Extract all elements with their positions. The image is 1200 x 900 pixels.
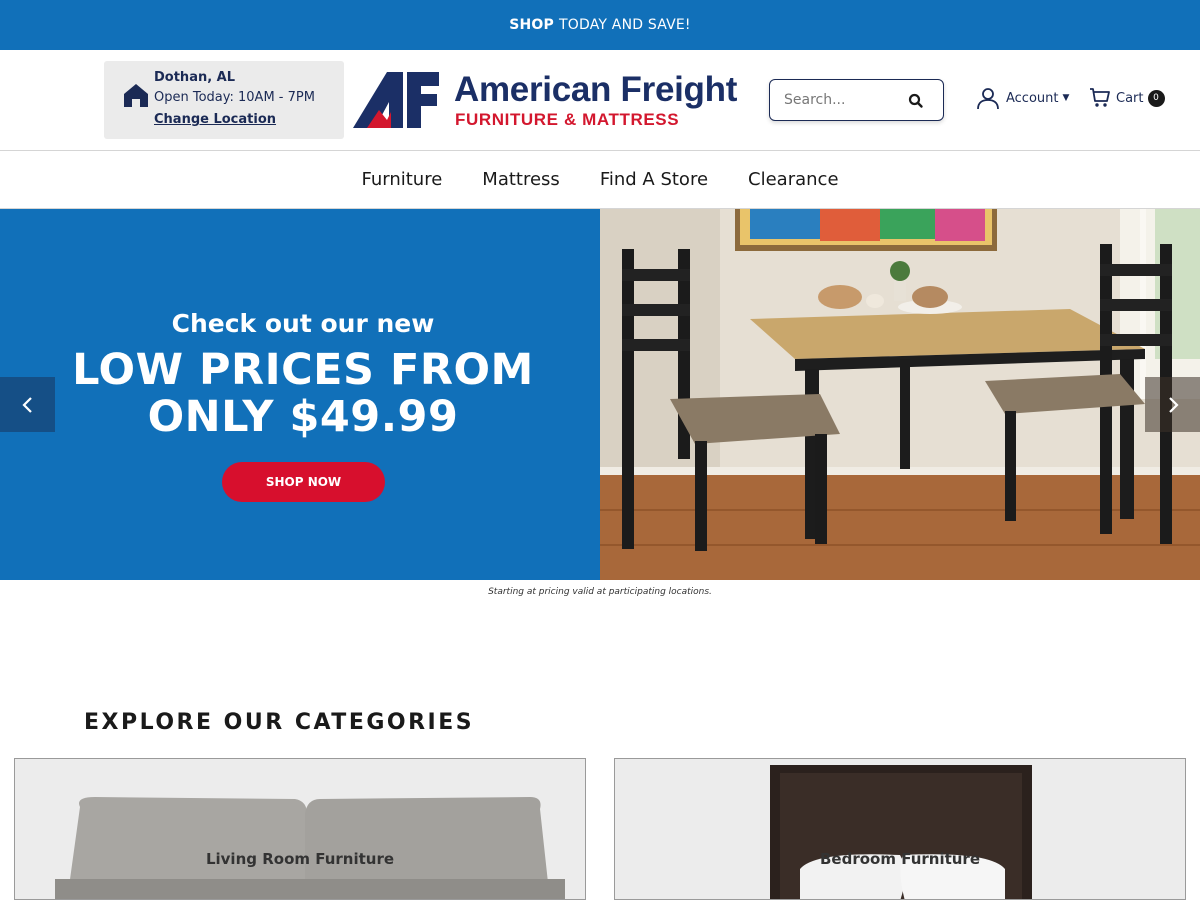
account-label: Account: [1006, 90, 1059, 106]
nav-item-find-a-store[interactable]: Find A Store: [600, 169, 708, 190]
hero-promo-panel[interactable]: Check out our new LOW PRICES FROM ONLY $…: [0, 209, 600, 580]
search-icon[interactable]: [906, 91, 926, 111]
promo-bold: SHOP: [509, 17, 554, 33]
hero-carousel: Check out our new LOW PRICES FROM ONLY $…: [0, 209, 1200, 580]
hero-title-line2: ONLY $49.99: [147, 392, 459, 442]
search-box: [769, 79, 944, 121]
store-selector[interactable]: Dothan, AL Open Today: 10AM - 7PM Change…: [104, 61, 344, 139]
hero-disclaimer: Starting at pricing valid at participati…: [488, 587, 712, 597]
category-label-living-room: Living Room Furniture: [205, 850, 395, 868]
chevron-left-icon: [21, 396, 32, 413]
nav-item-furniture[interactable]: Furniture: [361, 169, 442, 190]
account-menu[interactable]: Account ▼: [976, 85, 1069, 111]
carousel-next-button[interactable]: [1145, 377, 1200, 432]
cart-icon: [1090, 88, 1110, 107]
hero-subtitle: Check out our new: [171, 309, 435, 338]
nav-item-clearance[interactable]: Clearance: [748, 169, 838, 190]
dining-set-illustration: [600, 209, 1200, 580]
cart-count-badge: 0: [1147, 89, 1165, 107]
hero-title-line1: LOW PRICES FROM: [72, 345, 534, 395]
logo-name: American Freight: [454, 70, 738, 109]
categories-title: EXPLORE OUR CATEGORIES: [84, 710, 475, 735]
logo-mark: [353, 72, 439, 128]
user-icon: [977, 88, 999, 110]
bed-image: [615, 759, 1185, 899]
promo-text: TODAY AND SAVE!: [559, 17, 691, 33]
carousel-prev-button[interactable]: [0, 377, 55, 432]
cart-label: Cart: [1116, 90, 1144, 106]
nav-item-mattress[interactable]: Mattress: [482, 169, 560, 190]
search-input[interactable]: [784, 90, 904, 110]
brand-logo[interactable]: American Freight FURNITURE & MATTRESS: [353, 70, 753, 130]
sofa-image: [15, 759, 585, 899]
logo-tagline: FURNITURE & MATTRESS: [455, 110, 680, 129]
caret-down-icon: ▼: [1062, 93, 1070, 103]
store-hours: Open Today: 10AM - 7PM: [154, 90, 315, 105]
category-label-bedroom: Bedroom Furniture: [819, 850, 981, 868]
change-location-link[interactable]: Change Location: [154, 112, 276, 127]
chevron-right-icon: [1168, 396, 1179, 413]
shop-now-button[interactable]: SHOP NOW: [222, 462, 385, 502]
category-card-bedroom[interactable]: Bedroom Furniture: [614, 758, 1186, 900]
home-icon: [124, 84, 148, 107]
store-city: Dothan, AL: [154, 70, 236, 85]
site-header: Dothan, AL Open Today: 10AM - 7PM Change…: [0, 50, 1200, 151]
promo-bar[interactable]: SHOP TODAY AND SAVE!: [0, 0, 1200, 50]
hero-image[interactable]: [600, 209, 1200, 580]
cart-button[interactable]: Cart 0: [1089, 86, 1165, 110]
main-nav: Furniture Mattress Find A Store Clearanc…: [0, 151, 1200, 209]
category-card-living-room[interactable]: Living Room Furniture: [14, 758, 586, 900]
